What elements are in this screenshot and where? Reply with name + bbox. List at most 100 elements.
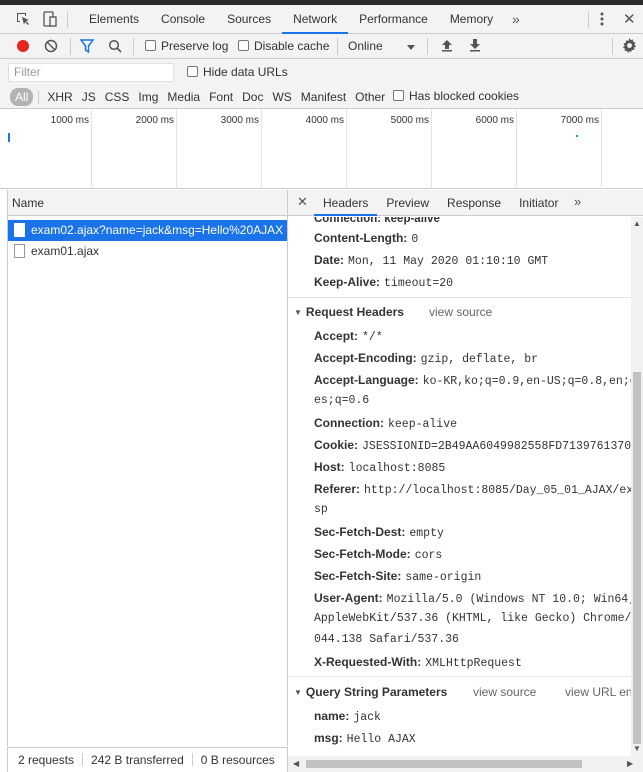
type-doc[interactable]: Doc bbox=[238, 88, 267, 106]
toolbar-divider bbox=[133, 38, 134, 55]
type-divider bbox=[38, 90, 40, 104]
type-ws[interactable]: WS bbox=[268, 88, 295, 106]
toolbar-divider bbox=[337, 38, 338, 55]
header-row: Accept-Encoding: gzip, deflate, br bbox=[314, 351, 538, 366]
scroll-right-arrow-icon[interactable]: ▶ bbox=[627, 759, 633, 768]
import-har-icon[interactable] bbox=[440, 38, 454, 55]
header-value-continuation: 044.138 Safari/537.36 bbox=[314, 633, 459, 646]
tab-elements[interactable]: Elements bbox=[78, 5, 150, 34]
export-har-icon[interactable] bbox=[468, 38, 482, 55]
horizontal-scrollbar[interactable]: ◀ ▶ bbox=[288, 756, 643, 772]
type-xhr[interactable]: XHR bbox=[43, 88, 76, 106]
section-divider bbox=[288, 297, 631, 298]
tab-headers[interactable]: Headers bbox=[314, 190, 378, 216]
disable-cache-checkbox[interactable]: Disable cache bbox=[238, 39, 329, 53]
hide-data-urls-checkbox[interactable]: Hide data URLs bbox=[187, 65, 288, 79]
scroll-up-arrow-icon[interactable]: ▲ bbox=[633, 219, 641, 228]
more-detail-tabs-icon[interactable]: » bbox=[574, 194, 581, 209]
preserve-log-checkbox[interactable]: Preserve log bbox=[145, 39, 228, 53]
timeline-gridline: 5000 ms bbox=[391, 109, 432, 189]
filter-icon[interactable] bbox=[79, 39, 95, 56]
tab-response[interactable]: Response bbox=[438, 190, 510, 216]
tab-performance[interactable]: Performance bbox=[348, 5, 439, 34]
expand-triangle-icon: ▼ bbox=[294, 308, 302, 317]
request-headers-section-toggle[interactable]: ▼ Request Headers bbox=[294, 305, 404, 319]
view-url-encoded-link[interactable]: view URL en bbox=[565, 685, 631, 699]
toolbar-divider bbox=[612, 38, 613, 55]
toolbar-divider bbox=[70, 38, 71, 55]
tab-network[interactable]: Network bbox=[282, 5, 349, 34]
header-value-continuation: AppleWebKit/537.36 (KHTML, like Gecko) C… bbox=[314, 612, 631, 625]
type-js[interactable]: JS bbox=[78, 88, 100, 106]
header-row: Content-Length: 0 bbox=[314, 231, 419, 246]
header-row: Referer: http://localhost:8085/Day_05_01_… bbox=[314, 482, 631, 497]
type-img[interactable]: Img bbox=[134, 88, 162, 106]
dropdown-arrow-icon[interactable] bbox=[406, 41, 416, 55]
view-source-link[interactable]: view source bbox=[473, 685, 536, 699]
network-status-bar: 2 requests 242 B transferred 0 B resources bbox=[7, 747, 288, 772]
header-row: Accept: */* bbox=[314, 329, 383, 344]
request-count: 2 requests bbox=[18, 753, 75, 767]
close-detail-icon[interactable]: ✕ bbox=[297, 194, 308, 210]
header-row: Cookie: JSESSIONID=2B49AA6049982558FD7139… bbox=[314, 438, 631, 453]
record-icon[interactable] bbox=[16, 39, 30, 56]
type-css[interactable]: CSS bbox=[101, 88, 134, 106]
view-source-link[interactable]: view source bbox=[429, 305, 492, 319]
customize-menu-icon[interactable] bbox=[600, 11, 604, 30]
tab-initiator[interactable]: Initiator bbox=[510, 190, 567, 216]
tab-sources[interactable]: Sources bbox=[216, 5, 282, 34]
request-list: Name exam02.ajax?name=jack&msg=Hello%20A… bbox=[7, 190, 288, 746]
timeline-request-bar bbox=[8, 133, 10, 142]
section-divider bbox=[288, 676, 631, 677]
header-row: User-Agent: Mozilla/5.0 (Windows NT 10.0;… bbox=[314, 591, 631, 606]
timeline-gridline: 1000 ms bbox=[51, 109, 92, 189]
header-value-continuation: sp bbox=[314, 503, 328, 516]
timeline-tick-label: 6000 ms bbox=[475, 115, 514, 126]
filter-row: Filter Hide data URLs bbox=[0, 59, 643, 85]
timeline-overview[interactable]: 1000 ms 2000 ms 3000 ms 4000 ms 5000 ms … bbox=[0, 109, 643, 189]
type-manifest[interactable]: Manifest bbox=[297, 88, 350, 106]
query-params-section-toggle[interactable]: ▼ Query String Parameters bbox=[294, 685, 447, 699]
blocked-cookies-checkbox[interactable]: Has blocked cookies bbox=[393, 89, 519, 103]
tab-console[interactable]: Console bbox=[150, 5, 216, 34]
scroll-left-arrow-icon[interactable]: ◀ bbox=[293, 759, 299, 768]
network-toolbar: Preserve log Disable cache Online bbox=[0, 34, 643, 59]
settings-gear-icon[interactable] bbox=[622, 38, 637, 56]
detail-tabbar: ✕ Headers Preview Response Initiator » bbox=[288, 190, 643, 216]
type-other[interactable]: Other bbox=[351, 88, 389, 106]
request-row[interactable]: exam02.ajax?name=jack&msg=Hello%20AJAX bbox=[8, 220, 287, 241]
type-media[interactable]: Media bbox=[163, 88, 204, 106]
clear-icon[interactable] bbox=[44, 39, 58, 56]
close-devtools-icon[interactable]: ✕ bbox=[623, 10, 636, 28]
throttling-select[interactable]: Online bbox=[348, 39, 383, 53]
tab-memory[interactable]: Memory bbox=[439, 5, 504, 34]
header-row: Sec-Fetch-Dest: empty bbox=[314, 525, 444, 540]
toolbar-divider bbox=[588, 11, 589, 28]
document-icon bbox=[14, 244, 25, 258]
query-param-row: name: jack bbox=[314, 709, 381, 724]
type-all[interactable]: All bbox=[10, 88, 34, 106]
request-detail-panel: ✕ Headers Preview Response Initiator » C… bbox=[288, 190, 643, 772]
main-tabs: Elements Console Sources Network Perform… bbox=[78, 5, 504, 34]
inspect-element-icon[interactable] bbox=[15, 11, 31, 27]
resources-size: 0 B resources bbox=[200, 753, 275, 767]
vertical-scrollbar[interactable]: ▲ ▼ bbox=[631, 217, 643, 756]
vertical-scroll-thumb[interactable] bbox=[633, 372, 641, 744]
type-font[interactable]: Font bbox=[205, 88, 237, 106]
name-column-header[interactable]: Name bbox=[8, 190, 287, 216]
more-tabs-icon[interactable]: » bbox=[512, 11, 520, 27]
devtools-tabbar: Elements Console Sources Network Perform… bbox=[0, 5, 643, 34]
search-icon[interactable] bbox=[108, 39, 122, 56]
timeline-request-dot bbox=[576, 135, 578, 137]
timeline-gridline: 3000 ms bbox=[221, 109, 262, 189]
header-row: Host: localhost:8085 bbox=[314, 460, 446, 475]
horizontal-scroll-thumb[interactable] bbox=[306, 760, 582, 768]
toolbar-divider bbox=[427, 38, 428, 55]
timeline-tick-label: 3000 ms bbox=[220, 115, 259, 126]
tab-preview[interactable]: Preview bbox=[377, 190, 438, 216]
headers-content: Connection: keep-alive Content-Length: 0 … bbox=[288, 217, 631, 746]
request-row[interactable]: exam01.ajax bbox=[8, 241, 287, 262]
scroll-down-arrow-icon[interactable]: ▼ bbox=[633, 744, 641, 753]
device-toolbar-icon[interactable] bbox=[42, 11, 58, 27]
filter-input[interactable]: Filter bbox=[8, 63, 174, 82]
